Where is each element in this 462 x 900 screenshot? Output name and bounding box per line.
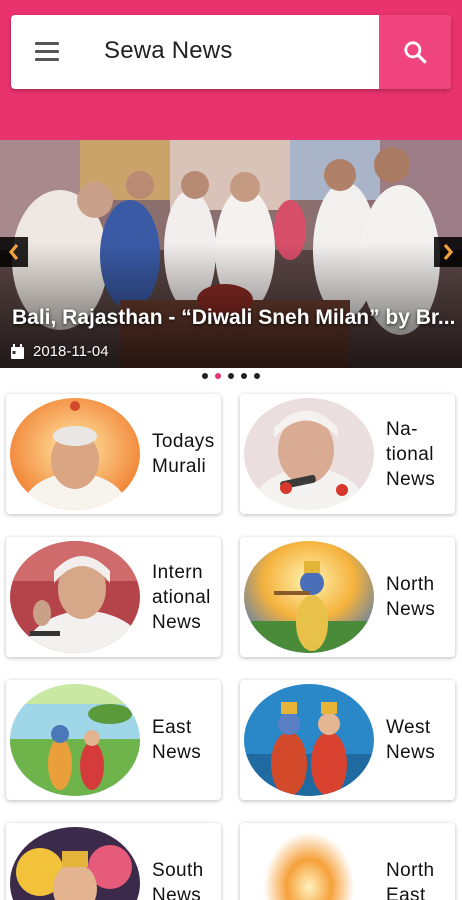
pager-dot[interactable] — [241, 373, 247, 379]
category-card-north-news[interactable]: North News — [240, 537, 455, 657]
slide-caption[interactable]: Bali, Rajasthan - “Diwali Sneh Milan” by… — [12, 306, 457, 330]
west-news-image — [244, 684, 374, 796]
category-card-todays-murali[interactable]: Todays Murali — [6, 394, 221, 514]
international-news-image — [10, 541, 140, 653]
search-icon — [404, 41, 427, 64]
slide-date-text: 2018-11-04 — [33, 343, 109, 360]
featured-news-slider[interactable]: Bali, Rajasthan - “Diwali Sneh Milan” by… — [0, 140, 462, 368]
app-toolbar: Sewa News — [11, 15, 451, 89]
category-card-national-news[interactable]: Na-tional News — [240, 394, 455, 514]
category-label: North East — [386, 860, 435, 900]
category-label: South News — [152, 860, 204, 900]
todays-murali-image — [10, 398, 140, 510]
east-news-image — [10, 684, 140, 796]
pager-dot[interactable] — [254, 373, 260, 379]
app-title: Sewa News — [104, 37, 233, 64]
chevron-right-icon — [443, 243, 454, 261]
category-label: Na-tional News — [386, 418, 436, 490]
slide-date: 2018-11-04 — [10, 343, 109, 360]
pager-dot[interactable] — [228, 373, 234, 379]
featured-news-photo — [0, 140, 462, 368]
category-label: West News — [386, 717, 436, 763]
slider-prev-button[interactable] — [0, 237, 28, 267]
category-card-north-east-news[interactable]: North East — [240, 823, 455, 900]
category-label: North News — [386, 574, 436, 620]
national-news-image — [244, 398, 374, 510]
north-east-news-image — [244, 827, 374, 900]
calendar-icon — [11, 343, 24, 359]
south-news-image — [10, 827, 140, 900]
pager-dot-active[interactable] — [215, 373, 221, 379]
pager-dot[interactable] — [202, 373, 208, 379]
slider-next-button[interactable] — [434, 237, 462, 267]
hamburger-menu-icon[interactable] — [35, 42, 59, 62]
search-button[interactable] — [379, 15, 451, 89]
north-news-image — [244, 541, 374, 653]
category-card-international-news[interactable]: Intern ational News — [6, 537, 221, 657]
category-card-west-news[interactable]: West News — [240, 680, 455, 800]
category-label: Todays Murali — [152, 431, 215, 477]
slider-pager-dots — [0, 373, 462, 379]
category-label: Intern ational News — [152, 561, 211, 633]
category-card-east-news[interactable]: East News — [6, 680, 221, 800]
chevron-left-icon — [8, 243, 19, 261]
category-card-south-news[interactable]: South News — [6, 823, 221, 900]
category-label: East News — [152, 717, 202, 763]
